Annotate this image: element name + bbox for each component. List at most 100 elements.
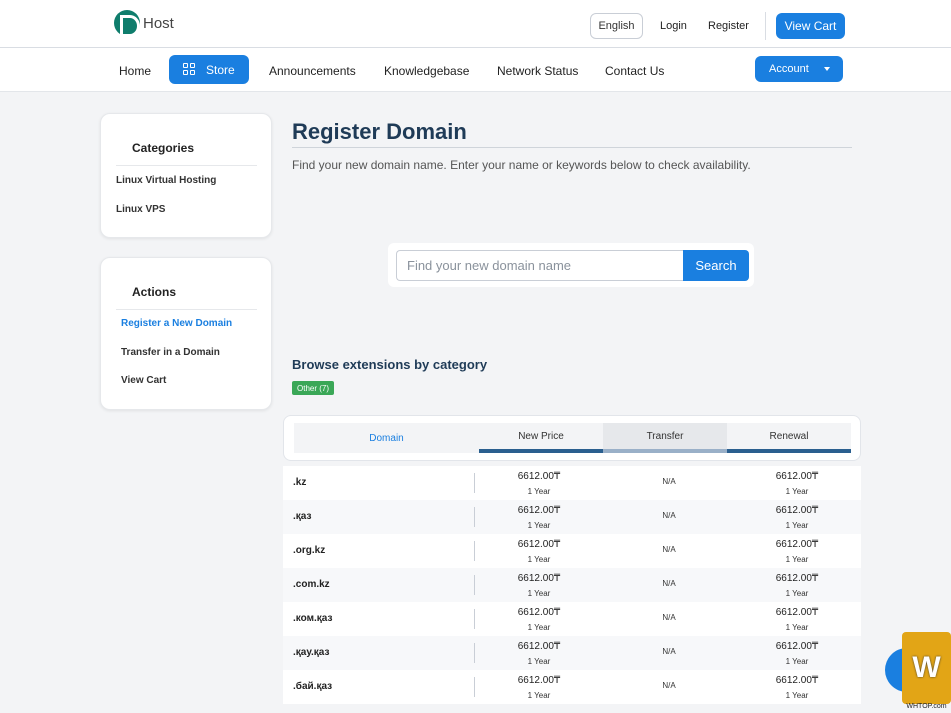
transfer-price: N/A <box>662 579 676 588</box>
actions-card: Actions Register a New Domain Transfer i… <box>100 257 272 410</box>
table-row: .қау.қаз 6612.00₸ 1 Year N/A 6612.00₸ 1 Year <box>283 636 861 670</box>
row-separator <box>474 473 475 493</box>
new-price-period: 1 Year <box>527 657 551 666</box>
nav-store-button[interactable]: Store <box>169 55 249 84</box>
view-cart-button[interactable]: View Cart <box>776 13 845 39</box>
new-price-period: 1 Year <box>527 623 551 632</box>
table-row: .kz 6612.00₸ 1 Year N/A 6612.00₸ 1 Year <box>283 466 861 500</box>
nav-store-label: Store <box>206 62 235 77</box>
new-price: 6612.00₸ <box>517 471 561 482</box>
login-link[interactable]: Login <box>660 20 687 32</box>
watermark-logo: W <box>902 632 951 704</box>
new-price: 6612.00₸ <box>517 641 561 652</box>
tld-name: .ком.қаз <box>293 613 333 624</box>
transfer-price: N/A <box>662 477 676 486</box>
tld-name: .қаз <box>293 511 312 522</box>
header-domain[interactable]: Domain <box>294 423 479 453</box>
new-price-period: 1 Year <box>527 589 551 598</box>
title-rule <box>292 147 852 148</box>
renewal-period: 1 Year <box>785 487 809 496</box>
renewal-price: 6612.00₸ <box>775 607 819 618</box>
transfer-price: N/A <box>662 511 676 520</box>
new-price-period: 1 Year <box>527 487 551 496</box>
tld-name: .бай.қаз <box>293 681 333 692</box>
tld-name: .қау.қаз <box>293 647 330 658</box>
header-new-price[interactable]: New Price <box>479 423 603 453</box>
categories-card: Categories Linux Virtual Hosting Linux V… <box>100 113 272 238</box>
renewal-price: 6612.00₸ <box>775 641 819 652</box>
tld-name: .kz <box>293 477 307 488</box>
action-transfer-domain[interactable]: Transfer in a Domain <box>121 347 220 358</box>
language-button[interactable]: English <box>590 13 643 39</box>
renewal-price: 6612.00₸ <box>775 505 819 516</box>
category-linux-vps[interactable]: Linux VPS <box>116 204 165 215</box>
new-price-period: 1 Year <box>527 521 551 530</box>
action-view-cart[interactable]: View Cart <box>121 375 166 386</box>
new-price: 6612.00₸ <box>517 573 561 584</box>
row-separator <box>474 575 475 595</box>
renewal-period: 1 Year <box>785 657 809 666</box>
search-button[interactable]: Search <box>683 250 749 281</box>
row-separator <box>474 541 475 561</box>
tld-name: .org.kz <box>293 545 326 556</box>
new-price-period: 1 Year <box>527 555 551 564</box>
domain-search-input[interactable] <box>396 250 684 281</box>
renewal-price: 6612.00₸ <box>775 675 819 686</box>
browse-title: Browse extensions by category <box>292 357 488 372</box>
nav-announcements[interactable]: Announcements <box>269 64 356 78</box>
account-dropdown-button[interactable]: Account <box>755 56 843 82</box>
table-row: .com.kz 6612.00₸ 1 Year N/A 6612.00₸ 1 Year <box>283 568 861 602</box>
row-separator <box>474 643 475 663</box>
categories-title: Categories <box>132 141 195 155</box>
renewal-period: 1 Year <box>785 691 809 700</box>
nav-knowledgebase[interactable]: Knowledgebase <box>384 64 469 78</box>
transfer-price: N/A <box>662 545 676 554</box>
category-linux-virtual-hosting[interactable]: Linux Virtual Hosting <box>116 175 216 186</box>
new-price: 6612.00₸ <box>517 539 561 550</box>
register-link[interactable]: Register <box>708 20 749 32</box>
renewal-period: 1 Year <box>785 589 809 598</box>
transfer-price: N/A <box>662 681 676 690</box>
table-row: .org.kz 6612.00₸ 1 Year N/A 6612.00₸ 1 Year <box>283 534 861 568</box>
table-row: .бай.қаз 6612.00₸ 1 Year N/A 6612.00₸ 1 Year <box>283 670 861 704</box>
renewal-price: 6612.00₸ <box>775 471 819 482</box>
top-bar: Host English Login Register View Cart <box>0 0 951 48</box>
logo[interactable]: Host <box>114 10 174 37</box>
header-transfer[interactable]: Transfer <box>603 423 727 453</box>
grid-icon <box>183 63 196 76</box>
nav-network-status[interactable]: Network Status <box>497 64 578 78</box>
main-nav: Home Store Announcements Knowledgebase N… <box>0 48 951 92</box>
row-separator <box>474 677 475 697</box>
caret-down-icon <box>824 67 830 71</box>
new-price-period: 1 Year <box>527 691 551 700</box>
tld-name: .com.kz <box>293 579 330 590</box>
nav-home[interactable]: Home <box>119 64 151 78</box>
logo-mark-icon <box>114 10 140 37</box>
watermark-text: WHTOP.com <box>906 703 947 710</box>
transfer-price: N/A <box>662 613 676 622</box>
new-price: 6612.00₸ <box>517 607 561 618</box>
account-label: Account <box>769 63 809 75</box>
logo-text: Host <box>143 14 174 32</box>
renewal-period: 1 Year <box>785 623 809 632</box>
header-renewal[interactable]: Renewal <box>727 423 851 453</box>
row-separator <box>474 507 475 527</box>
actions-title: Actions <box>132 285 177 299</box>
new-price: 6612.00₸ <box>517 505 561 516</box>
actions-separator <box>116 309 257 310</box>
header-divider <box>765 12 766 40</box>
category-tag-other[interactable]: Other (7) <box>292 381 335 395</box>
table-row: .ком.қаз 6612.00₸ 1 Year N/A 6612.00₸ 1 Year <box>283 602 861 636</box>
new-price: 6612.00₸ <box>517 675 561 686</box>
renewal-price: 6612.00₸ <box>775 573 819 584</box>
page-title: Register Domain <box>292 119 467 144</box>
transfer-price: N/A <box>662 647 676 656</box>
page-subtitle: Find your new domain name. Enter your na… <box>292 158 751 172</box>
renewal-period: 1 Year <box>785 555 809 564</box>
renewal-period: 1 Year <box>785 521 809 530</box>
categories-separator <box>116 165 257 166</box>
row-separator <box>474 609 475 629</box>
renewal-price: 6612.00₸ <box>775 539 819 550</box>
nav-contact-us[interactable]: Contact Us <box>605 64 664 78</box>
action-register-domain[interactable]: Register a New Domain <box>121 318 232 329</box>
